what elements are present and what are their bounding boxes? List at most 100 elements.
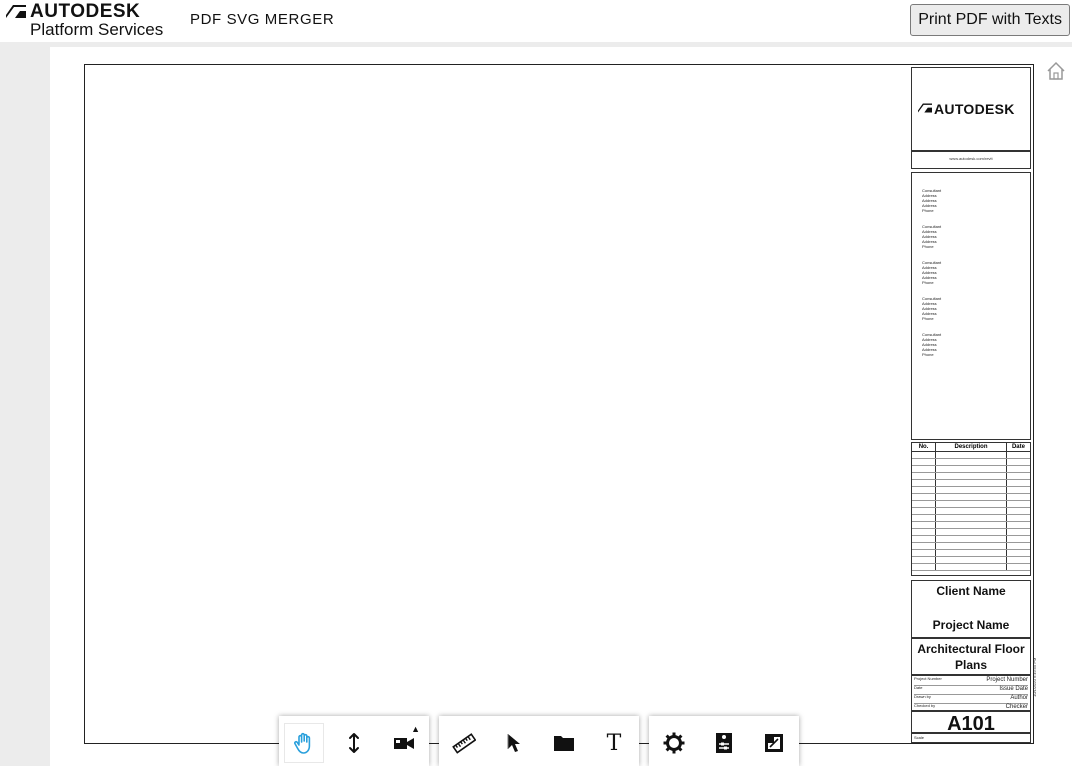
revision-row bbox=[912, 542, 1030, 550]
revision-cell bbox=[935, 451, 1007, 459]
revision-cell bbox=[912, 556, 937, 564]
revision-cell bbox=[1006, 465, 1030, 473]
revision-row bbox=[912, 514, 1030, 522]
revision-cell bbox=[935, 458, 1007, 466]
client-cell: Client Name Project Name bbox=[911, 580, 1031, 638]
revision-cell bbox=[1006, 528, 1030, 536]
brand-subtitle: Platform Services bbox=[30, 20, 164, 39]
consultant-block: Consultant Address Address Address Phone bbox=[922, 224, 942, 249]
print-pdf-button[interactable]: Print PDF with Texts bbox=[910, 4, 1070, 36]
scale-cell: Scale bbox=[911, 733, 1031, 743]
viewer-area[interactable]: AUTODESK www.autodesk.com/revit Consulta… bbox=[0, 42, 1072, 766]
consultant-block: Consultant Address Address Address Phone bbox=[922, 260, 942, 285]
revision-cell bbox=[912, 528, 937, 536]
model-browser-icon bbox=[554, 736, 574, 751]
revision-header-description: Description bbox=[935, 443, 1007, 452]
project-name: Project Name bbox=[932, 618, 1010, 632]
settings-button[interactable] bbox=[654, 723, 694, 763]
measure-tool-button[interactable] bbox=[444, 723, 484, 763]
revision-cell bbox=[1006, 563, 1030, 571]
revision-cell bbox=[912, 563, 937, 571]
revision-cell bbox=[935, 507, 1007, 515]
revision-row bbox=[912, 493, 1030, 501]
revision-rows bbox=[912, 451, 1030, 571]
revision-row bbox=[912, 521, 1030, 529]
revision-cell bbox=[912, 486, 937, 494]
revision-cell bbox=[912, 451, 937, 459]
consultant-block: Consultant Address Address Address Phone bbox=[922, 296, 942, 321]
camera-tool-button[interactable]: ▲ bbox=[384, 723, 424, 763]
revision-cell bbox=[1006, 500, 1030, 508]
revision-cell bbox=[935, 528, 1007, 536]
revision-cell bbox=[935, 500, 1007, 508]
toolbar-group-navigation: ▲ bbox=[279, 716, 429, 766]
sheet-name-cell: Architectural Floor Plans bbox=[911, 638, 1031, 675]
revision-cell bbox=[1006, 521, 1030, 529]
titleblock-url: www.autodesk.com/revit bbox=[949, 156, 993, 161]
pan-tool-button[interactable] bbox=[284, 723, 324, 763]
fullscreen-button[interactable] bbox=[754, 723, 794, 763]
revision-row bbox=[912, 549, 1030, 557]
text-icon: T bbox=[606, 730, 622, 756]
sheet-border bbox=[84, 64, 1034, 744]
revision-cell bbox=[912, 542, 937, 550]
revision-cell bbox=[1006, 535, 1030, 543]
titleblock-url-cell: www.autodesk.com/revit bbox=[911, 151, 1031, 169]
properties-button[interactable] bbox=[704, 723, 744, 763]
drawing-canvas[interactable]: AUTODESK www.autodesk.com/revit Consulta… bbox=[50, 47, 1072, 766]
revision-cell bbox=[912, 521, 937, 529]
home-icon[interactable] bbox=[1046, 61, 1066, 81]
revision-cell bbox=[912, 479, 937, 487]
revision-cell bbox=[935, 549, 1007, 557]
properties-icon bbox=[716, 733, 732, 753]
camera-icon bbox=[394, 738, 414, 749]
autodesk-mark-icon bbox=[918, 103, 932, 113]
consultants-cell: Consultant Address Address Address Phone… bbox=[911, 172, 1031, 440]
project-info-cell: Project Number Project Number Date Issue… bbox=[911, 675, 1031, 711]
sheet-number-cell: A101 bbox=[911, 711, 1031, 735]
toolbar-group-tools: T bbox=[439, 716, 639, 766]
revision-cell bbox=[912, 500, 937, 508]
measure-icon bbox=[452, 733, 476, 754]
revision-cell bbox=[935, 493, 1007, 501]
revision-cell bbox=[1006, 486, 1030, 494]
print-timestamp: 10/1/2020 9:49:55 PM bbox=[1032, 657, 1037, 697]
revision-row bbox=[912, 500, 1030, 508]
revision-cell bbox=[1006, 451, 1030, 459]
revision-cell bbox=[912, 458, 937, 466]
settings-icon bbox=[663, 732, 685, 754]
consultant-block: Consultant Address Address Address Phone bbox=[922, 188, 942, 213]
revision-header-no: No. bbox=[912, 443, 937, 452]
revision-row bbox=[912, 458, 1030, 466]
revision-cell bbox=[935, 535, 1007, 543]
fullscreen-icon bbox=[765, 734, 783, 752]
revision-cell bbox=[912, 514, 937, 522]
revision-cell bbox=[1006, 472, 1030, 480]
zoom-tool-button[interactable] bbox=[334, 723, 374, 763]
section-tool-button[interactable] bbox=[494, 723, 534, 763]
titleblock-logo-cell: AUTODESK bbox=[911, 67, 1031, 151]
revision-row bbox=[912, 556, 1030, 564]
revision-cell bbox=[935, 472, 1007, 480]
revision-row bbox=[912, 472, 1030, 480]
revision-cell bbox=[912, 535, 937, 543]
scale-label: Scale bbox=[914, 735, 925, 740]
revision-cell bbox=[935, 479, 1007, 487]
model-browser-button[interactable] bbox=[544, 723, 584, 763]
revision-cell bbox=[1006, 479, 1030, 487]
revision-row bbox=[912, 528, 1030, 536]
revision-row bbox=[912, 507, 1030, 515]
revision-cell bbox=[1006, 514, 1030, 522]
revision-row bbox=[912, 451, 1030, 459]
revision-cell bbox=[1006, 493, 1030, 501]
revision-cell bbox=[1006, 458, 1030, 466]
revision-table: No. Description Date bbox=[912, 443, 1030, 571]
text-tool-button[interactable]: T bbox=[594, 723, 634, 763]
revision-cell bbox=[935, 542, 1007, 550]
client-name: Client Name bbox=[936, 584, 1006, 598]
sheet-name: Architectural Floor Plans bbox=[917, 642, 1025, 672]
revision-row bbox=[912, 465, 1030, 473]
app-title: PDF SVG MERGER bbox=[190, 11, 335, 28]
titleblock-logo-text: AUTODESK bbox=[934, 101, 1015, 117]
revision-cell bbox=[912, 493, 937, 501]
